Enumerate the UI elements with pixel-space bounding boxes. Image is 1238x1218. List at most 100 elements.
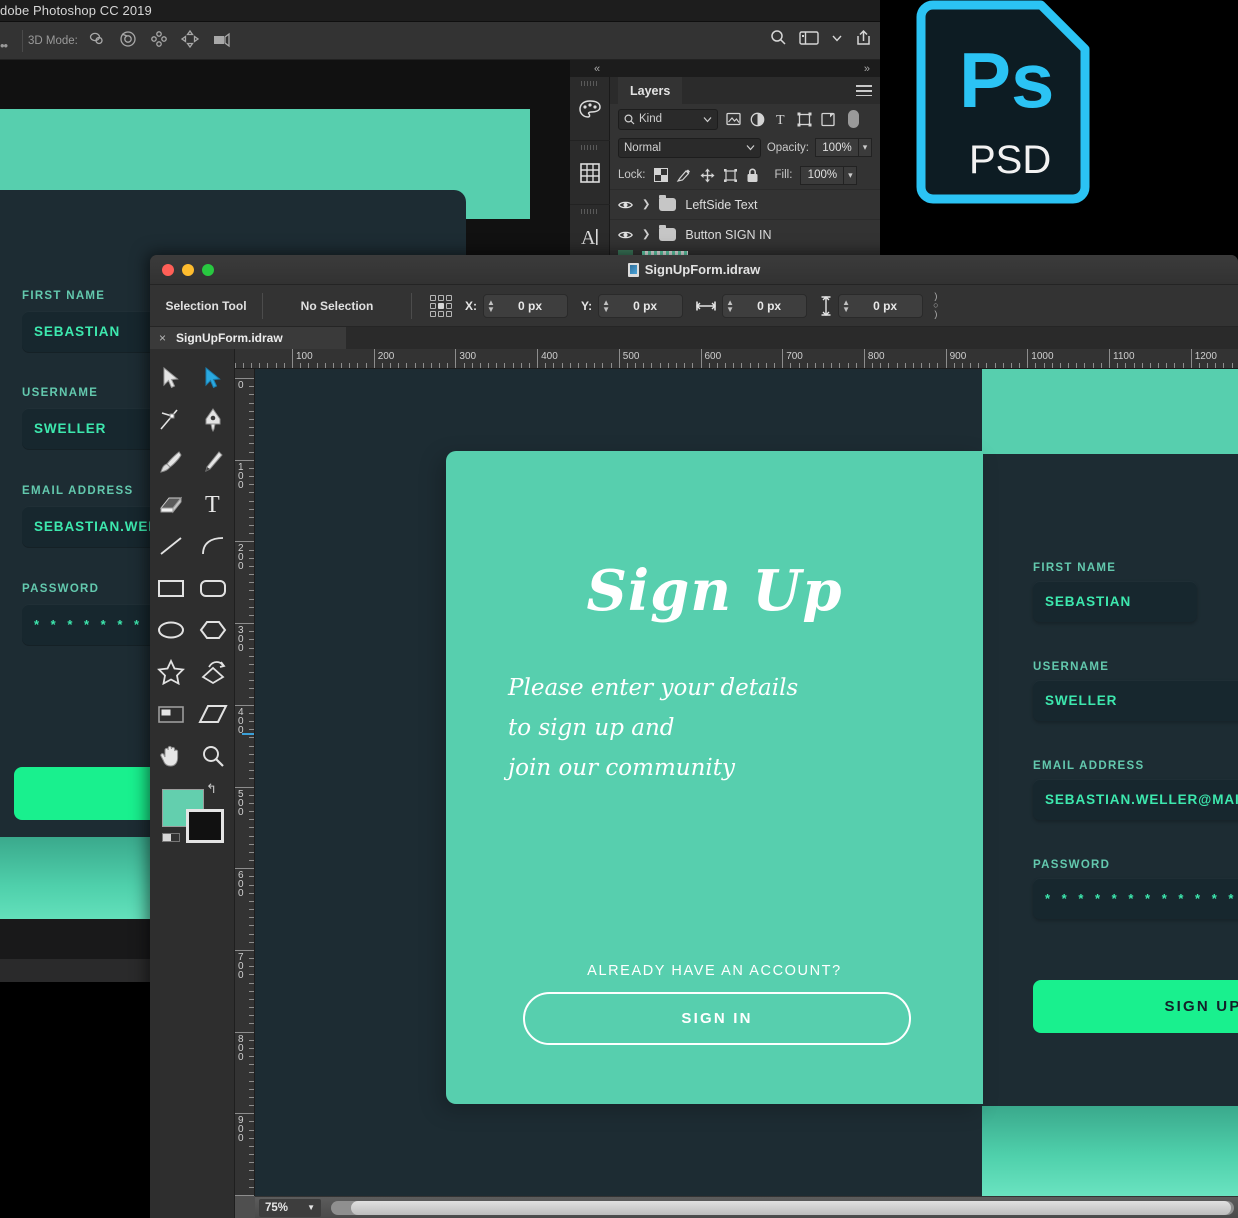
close-icon[interactable]: × xyxy=(159,331,166,345)
shear-tool-icon[interactable] xyxy=(192,693,234,735)
input-email[interactable]: SEBASTIAN.WELLER@MAIL.COM xyxy=(1033,779,1238,820)
anchor-mc[interactable] xyxy=(438,302,444,309)
idraw-titlebar[interactable]: SignUpForm.idraw xyxy=(150,255,1238,285)
layer-row-leftside-text[interactable]: ❯ LeftSide Text xyxy=(610,189,880,219)
anchor-mr[interactable] xyxy=(446,302,452,309)
line-tool-icon[interactable] xyxy=(150,525,192,567)
input-password[interactable]: * * * * * * * * * * * * * * * xyxy=(1033,878,1238,919)
idraw-window-title: SignUpForm.idraw xyxy=(150,262,1238,277)
chevron-right-icon[interactable]: ❯ xyxy=(642,229,650,240)
horizontal-scrollbar-thumb[interactable] xyxy=(351,1200,1231,1215)
selection-tool-icon[interactable] xyxy=(150,357,192,399)
document-tab[interactable]: × SignUpForm.idraw xyxy=(150,327,346,349)
zoom-level-select[interactable]: 75% ▼ xyxy=(259,1198,321,1217)
adjustment-filter-icon[interactable] xyxy=(750,112,765,127)
search-icon[interactable] xyxy=(770,29,787,46)
eye-icon[interactable] xyxy=(618,200,633,210)
node-tool-icon[interactable] xyxy=(150,399,192,441)
default-colors-icon[interactable] xyxy=(162,833,180,842)
ruler-tick xyxy=(1100,363,1102,368)
layer-row-button-sign-in[interactable]: ❯ Button SIGN IN xyxy=(610,219,880,249)
lock-all-icon[interactable] xyxy=(746,168,759,183)
dock-collapse-right-icon[interactable]: » xyxy=(864,63,870,75)
idraw-canvas[interactable]: Sign Up Please enter your details to sig… xyxy=(255,369,1238,1196)
zoom-tool-icon[interactable] xyxy=(192,735,234,777)
anchor-br[interactable] xyxy=(446,310,452,317)
lock-artboard-icon[interactable] xyxy=(723,168,738,183)
shape-filter-icon[interactable] xyxy=(797,112,812,127)
eye-icon[interactable] xyxy=(618,230,633,240)
chevron-down-icon[interactable]: ▼ xyxy=(307,1203,315,1212)
chevron-right-icon[interactable]: ❯ xyxy=(642,199,650,210)
3d-orbit-icon[interactable] xyxy=(88,30,106,48)
smartobject-filter-icon[interactable] xyxy=(821,112,835,127)
eraser-tool-icon[interactable] xyxy=(150,483,192,525)
vertical-ruler[interactable]: 01002003004005006007008009001000 xyxy=(235,369,255,1196)
y-stepper[interactable]: ▲ ▼ xyxy=(599,298,610,313)
stroke-color-swatch[interactable] xyxy=(186,809,224,843)
rotation-control[interactable]: ) ○) xyxy=(933,292,938,319)
arc-tool-icon[interactable] xyxy=(192,525,234,567)
height-stepper[interactable]: ▲ ▼ xyxy=(839,298,850,313)
anchor-bc[interactable] xyxy=(438,310,444,317)
3d-pan-icon[interactable] xyxy=(150,30,168,48)
type-filter-icon[interactable]: T xyxy=(774,112,788,126)
dock-item-grid[interactable] xyxy=(570,141,610,205)
lock-transparent-icon[interactable] xyxy=(653,168,668,182)
horizontal-scrollbar[interactable] xyxy=(331,1200,1234,1215)
sign-in-button[interactable]: SIGN IN xyxy=(523,992,911,1045)
anchor-tc[interactable] xyxy=(438,294,444,301)
tab-layers[interactable]: Layers xyxy=(618,77,683,104)
3d-camera-icon[interactable] xyxy=(212,30,232,48)
ruler-tick xyxy=(249,770,254,772)
hand-tool-icon[interactable] xyxy=(150,735,192,777)
3d-slide-icon[interactable] xyxy=(181,30,199,48)
x-input[interactable]: ▲ ▼ 0 px xyxy=(483,293,568,318)
3d-roll-icon[interactable] xyxy=(119,30,137,48)
anchor-ml[interactable] xyxy=(430,302,436,309)
panel-menu-icon[interactable] xyxy=(856,85,872,96)
pencil-tool-icon[interactable] xyxy=(192,441,234,483)
width-input[interactable]: ▲ ▼ 0 px xyxy=(722,293,808,318)
filter-toggle-switch[interactable] xyxy=(848,110,859,128)
dock-collapse-left-icon[interactable]: « xyxy=(594,63,600,75)
height-input[interactable]: ▲ ▼ 0 px xyxy=(838,293,924,318)
paintbrush-tool-icon[interactable] xyxy=(150,441,192,483)
chevron-down-icon[interactable] xyxy=(831,32,843,44)
input-username[interactable]: SWELLER xyxy=(1033,680,1238,721)
dock-item-swatches[interactable] xyxy=(570,77,610,141)
image-filter-icon[interactable] xyxy=(726,112,741,126)
anchor-tl[interactable] xyxy=(430,294,436,301)
crop-tool-icon[interactable] xyxy=(150,693,192,735)
chevron-down-icon[interactable]: ▾ xyxy=(859,138,872,157)
anchor-point-selector[interactable] xyxy=(430,294,452,317)
options-grip-icon[interactable]: •• xyxy=(0,38,8,53)
layer-kind-select[interactable]: Kind xyxy=(618,108,718,130)
swap-colors-icon[interactable]: ↰ xyxy=(206,781,217,797)
rounded-rectangle-tool-icon[interactable] xyxy=(192,567,234,609)
star-tool-icon[interactable] xyxy=(150,651,192,693)
lock-image-icon[interactable] xyxy=(676,168,692,183)
opacity-control[interactable]: 100% ▾ xyxy=(815,138,872,157)
rectangle-tool-icon[interactable] xyxy=(150,567,192,609)
anchor-bl[interactable] xyxy=(430,310,436,317)
input-first-name[interactable]: SEBASTIAN xyxy=(1033,581,1197,622)
ellipse-tool-icon[interactable] xyxy=(150,609,192,651)
width-stepper[interactable]: ▲ ▼ xyxy=(723,298,734,313)
lock-position-icon[interactable] xyxy=(700,168,715,183)
anchor-tr[interactable] xyxy=(446,294,452,301)
text-tool-icon[interactable]: T xyxy=(192,483,234,525)
horizontal-ruler[interactable]: 100 200 300 400 500 600 700 800 900 1000 1100 1200 xyxy=(235,349,1238,369)
sign-up-button[interactable]: SIGN UP xyxy=(1033,980,1238,1033)
blend-mode-select[interactable]: Normal xyxy=(618,137,761,158)
share-icon[interactable] xyxy=(855,29,872,46)
x-stepper[interactable]: ▲ ▼ xyxy=(484,298,495,313)
polygon-tool-icon[interactable] xyxy=(192,609,234,651)
workspace-icon[interactable] xyxy=(799,30,819,46)
fill-control[interactable]: 100% ▾ xyxy=(800,165,858,185)
spiral-tool-icon[interactable] xyxy=(192,651,234,693)
y-input[interactable]: ▲ ▼ 0 px xyxy=(598,293,684,318)
chevron-down-icon[interactable]: ▾ xyxy=(844,165,858,185)
pen-tool-icon[interactable] xyxy=(192,399,234,441)
direct-selection-tool-icon[interactable] xyxy=(192,357,234,399)
